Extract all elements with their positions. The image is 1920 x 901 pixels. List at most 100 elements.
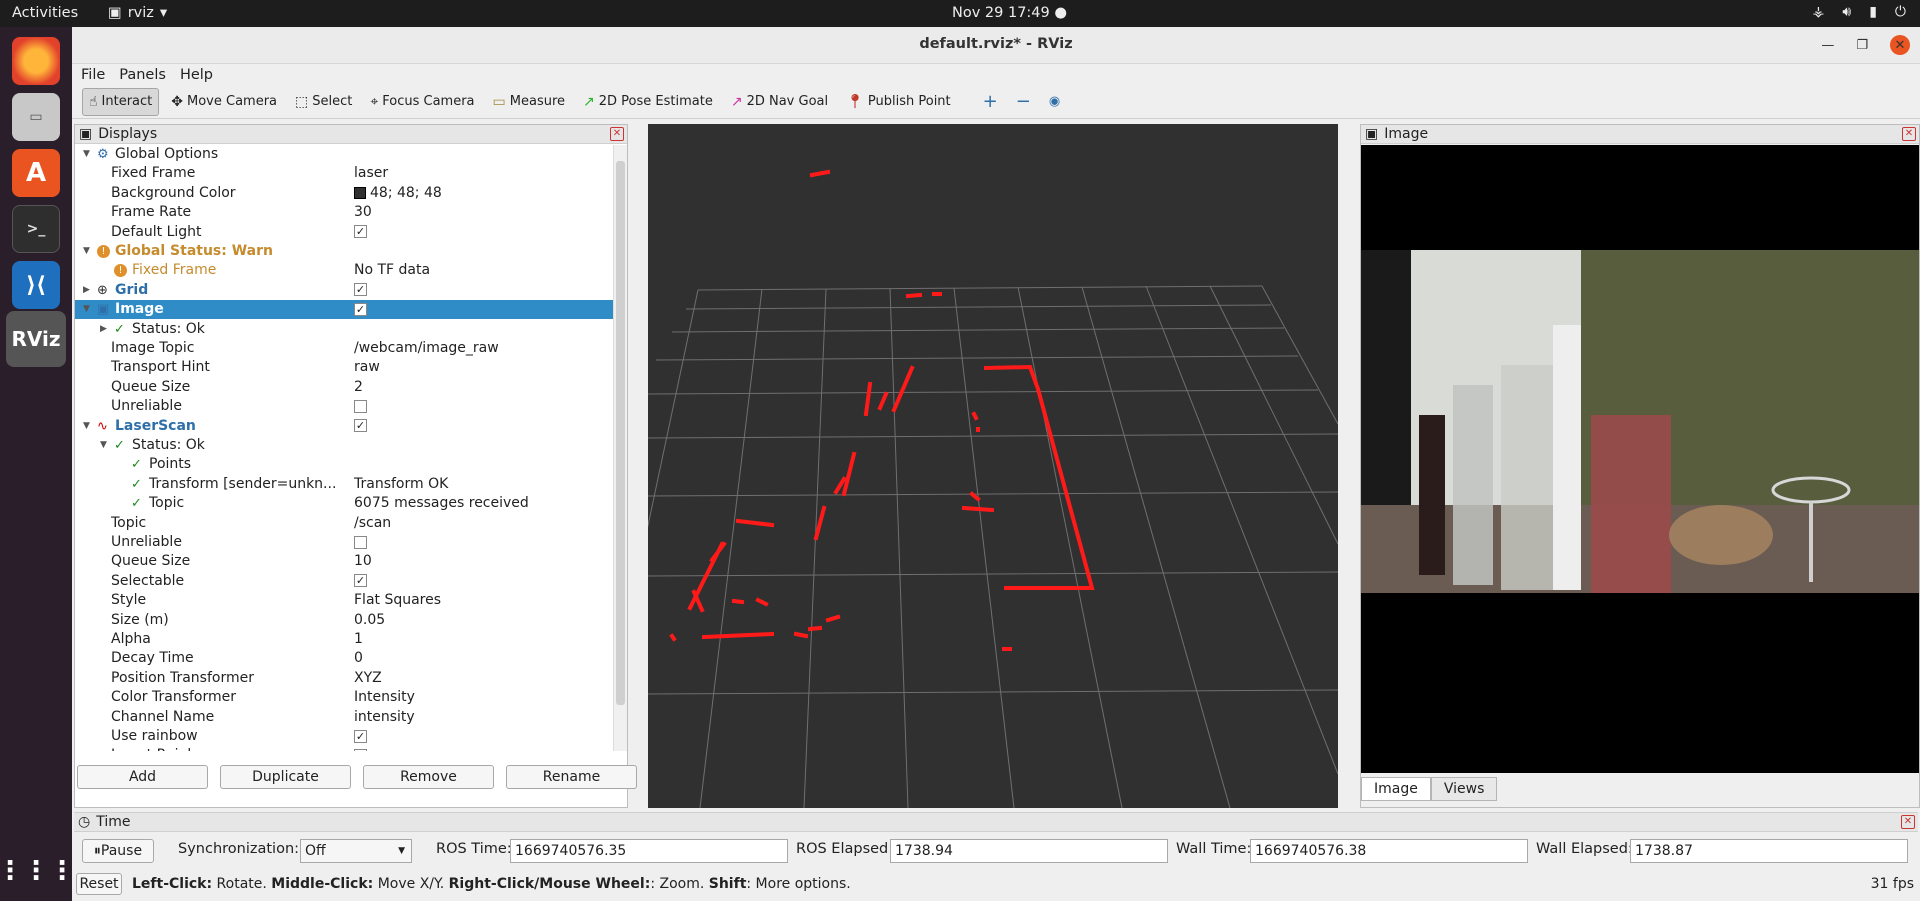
display-row-value[interactable]: 6075 messages received xyxy=(354,494,529,513)
tab-views[interactable]: Views xyxy=(1430,777,1498,801)
display-row-value[interactable]: /webcam/image_raw xyxy=(354,339,499,358)
display-row-value[interactable] xyxy=(354,397,367,416)
display-row-value[interactable]: ✓ xyxy=(354,572,367,591)
reset-button[interactable]: Reset xyxy=(76,873,122,895)
display-row-value[interactable]: 0.05 xyxy=(354,611,385,630)
display-row[interactable]: ✓ Transform [sender=unkn... Transform OK xyxy=(75,475,613,494)
chevron-down-icon[interactable]: ▼ xyxy=(83,145,90,164)
displays-scrollbar[interactable] xyxy=(613,145,627,751)
display-row-value[interactable]: ✓ xyxy=(354,281,367,300)
minimize-icon[interactable]: — xyxy=(1821,38,1834,53)
display-row[interactable]: Position Transformer XYZ xyxy=(75,669,613,688)
ros-elapsed-field[interactable]: 1738.94 xyxy=(890,839,1168,863)
display-row[interactable]: Default Light ✓ xyxy=(75,223,613,242)
display-row[interactable]: Frame Rate 30 xyxy=(75,203,613,222)
chevron-down-icon[interactable]: ▼ xyxy=(83,300,90,319)
sync-select[interactable]: Off ▼ xyxy=(300,839,412,863)
maximize-icon[interactable]: ❐ xyxy=(1856,38,1868,53)
display-row[interactable]: Unreliable xyxy=(75,397,613,416)
display-row[interactable]: Fixed Frame laser xyxy=(75,164,613,183)
checkbox-checked[interactable]: ✓ xyxy=(354,283,367,297)
display-row[interactable]: Queue Size 10 xyxy=(75,552,613,571)
rename-display-button[interactable]: Rename xyxy=(506,765,637,789)
display-row-value[interactable]: 2 xyxy=(354,378,363,397)
display-row[interactable]: Size (m) 0.05 xyxy=(75,611,613,630)
display-row-value[interactable] xyxy=(354,746,367,751)
display-row-value[interactable]: 48; 48; 48 xyxy=(354,184,442,203)
display-row[interactable]: Invert Rainbow xyxy=(75,746,613,751)
display-row[interactable]: ! Fixed Frame No TF data xyxy=(75,261,613,280)
checkbox-unchecked[interactable] xyxy=(354,535,367,549)
checkbox-checked[interactable]: ✓ xyxy=(354,419,367,433)
display-row[interactable]: Color Transformer Intensity xyxy=(75,688,613,707)
software-store-icon[interactable]: A xyxy=(12,149,60,197)
display-row[interactable]: ▶ ⊕ Grid ✓ xyxy=(75,281,613,300)
add-display-button[interactable]: Add xyxy=(77,765,208,789)
checkbox-checked[interactable]: ✓ xyxy=(354,729,367,743)
display-row[interactable]: Alpha 1 xyxy=(75,630,613,649)
remove-tool-button[interactable]: − xyxy=(1010,88,1037,116)
display-row-value[interactable]: ✓ xyxy=(354,417,367,436)
display-row-value[interactable]: ✓ xyxy=(354,727,367,746)
activities-button[interactable]: Activities xyxy=(12,5,78,21)
display-row[interactable]: Topic/scan xyxy=(75,514,613,533)
checkbox-unchecked[interactable] xyxy=(354,748,367,751)
remove-display-button[interactable]: Remove xyxy=(363,765,494,789)
view-options-button[interactable]: ◉ xyxy=(1043,88,1066,116)
chevron-down-icon[interactable]: ▼ xyxy=(100,436,107,455)
ros-time-field[interactable]: 1669740576.35 xyxy=(510,839,788,863)
chevron-down-icon[interactable]: ▼ xyxy=(83,242,90,261)
tool-measure[interactable]: ▭ Measure xyxy=(487,88,571,116)
scrollbar-thumb[interactable] xyxy=(616,161,625,705)
display-row-value[interactable]: ✓ xyxy=(354,300,367,319)
display-row[interactable]: Queue Size 2 xyxy=(75,378,613,397)
display-row[interactable]: ▼ ∿ LaserScan ✓ xyxy=(75,417,613,436)
checkbox-unchecked[interactable] xyxy=(354,399,367,413)
window-titlebar[interactable]: default.rviz* - RViz — ❐ ✕ xyxy=(72,27,1920,64)
display-row-value[interactable]: XYZ xyxy=(354,669,382,688)
display-row[interactable]: ▼! Global Status: Warn xyxy=(75,242,613,261)
duplicate-display-button[interactable]: Duplicate xyxy=(220,765,351,789)
wall-time-field[interactable]: 1669740576.38 xyxy=(1250,839,1528,863)
display-row[interactable]: ▼ ⚙ Global Options xyxy=(75,145,613,164)
clock[interactable]: Nov 29 17:49 ● xyxy=(952,5,1067,21)
display-row-value[interactable]: 1 xyxy=(354,630,363,649)
terminal-icon[interactable]: >_ xyxy=(12,205,60,253)
tool-2d-pose-estimate[interactable]: ↗ 2D Pose Estimate xyxy=(577,88,719,116)
display-row-value[interactable]: 0 xyxy=(354,649,363,668)
display-row-value[interactable]: /scan xyxy=(354,514,391,533)
display-row[interactable]: Use rainbow ✓ xyxy=(75,727,613,746)
close-panel-icon[interactable]: ✕ xyxy=(1901,815,1915,829)
system-tray[interactable]: ⚶ 🔊︎ ▮ ⏻ xyxy=(1812,4,1906,20)
display-row[interactable]: Selectable ✓ xyxy=(75,572,613,591)
firefox-icon[interactable] xyxy=(12,37,60,85)
chevron-right-icon[interactable]: ▶ xyxy=(83,281,90,300)
app-menu[interactable]: ▣ rviz ▾ xyxy=(108,5,167,21)
display-row[interactable]: ▶ ✓ Status: Ok xyxy=(75,320,613,339)
display-row[interactable]: Transport Hint raw xyxy=(75,358,613,377)
checkbox-checked[interactable]: ✓ xyxy=(354,574,367,588)
display-row[interactable]: ✓ Topic 6075 messages received xyxy=(75,494,613,513)
menu-file[interactable]: File xyxy=(81,67,105,83)
display-row-value[interactable]: laser xyxy=(354,164,388,183)
wall-elapsed-field[interactable]: 1738.87 xyxy=(1630,839,1908,863)
checkbox-checked[interactable]: ✓ xyxy=(354,302,367,316)
tool-publish-point[interactable]: 📍︎ Publish Point xyxy=(840,88,957,116)
vscode-icon[interactable]: ⟩⟨ xyxy=(12,261,60,309)
tab-image[interactable]: Image xyxy=(1361,777,1431,801)
rviz-icon[interactable]: RViz xyxy=(6,311,66,367)
add-tool-button[interactable]: + xyxy=(977,88,1004,116)
display-row[interactable]: Unreliable xyxy=(75,533,613,552)
files-icon[interactable]: ▭ xyxy=(12,93,60,141)
tool-select[interactable]: ⬚ Select xyxy=(289,88,358,116)
tool-interact[interactable]: ☝ Interact xyxy=(82,87,160,116)
display-row-value[interactable]: No TF data xyxy=(354,261,430,280)
display-row-value[interactable]: 30 xyxy=(354,203,372,222)
display-row[interactable]: ✓ Points xyxy=(75,455,613,474)
menu-panels[interactable]: Panels xyxy=(119,67,166,83)
display-row[interactable]: ▼ ✓ Status: Ok xyxy=(75,436,613,455)
render-view[interactable] xyxy=(587,124,1339,809)
display-row[interactable]: Background Color 48; 48; 48 xyxy=(75,184,613,203)
display-row[interactable]: Decay Time 0 xyxy=(75,649,613,668)
menu-help[interactable]: Help xyxy=(180,67,213,83)
